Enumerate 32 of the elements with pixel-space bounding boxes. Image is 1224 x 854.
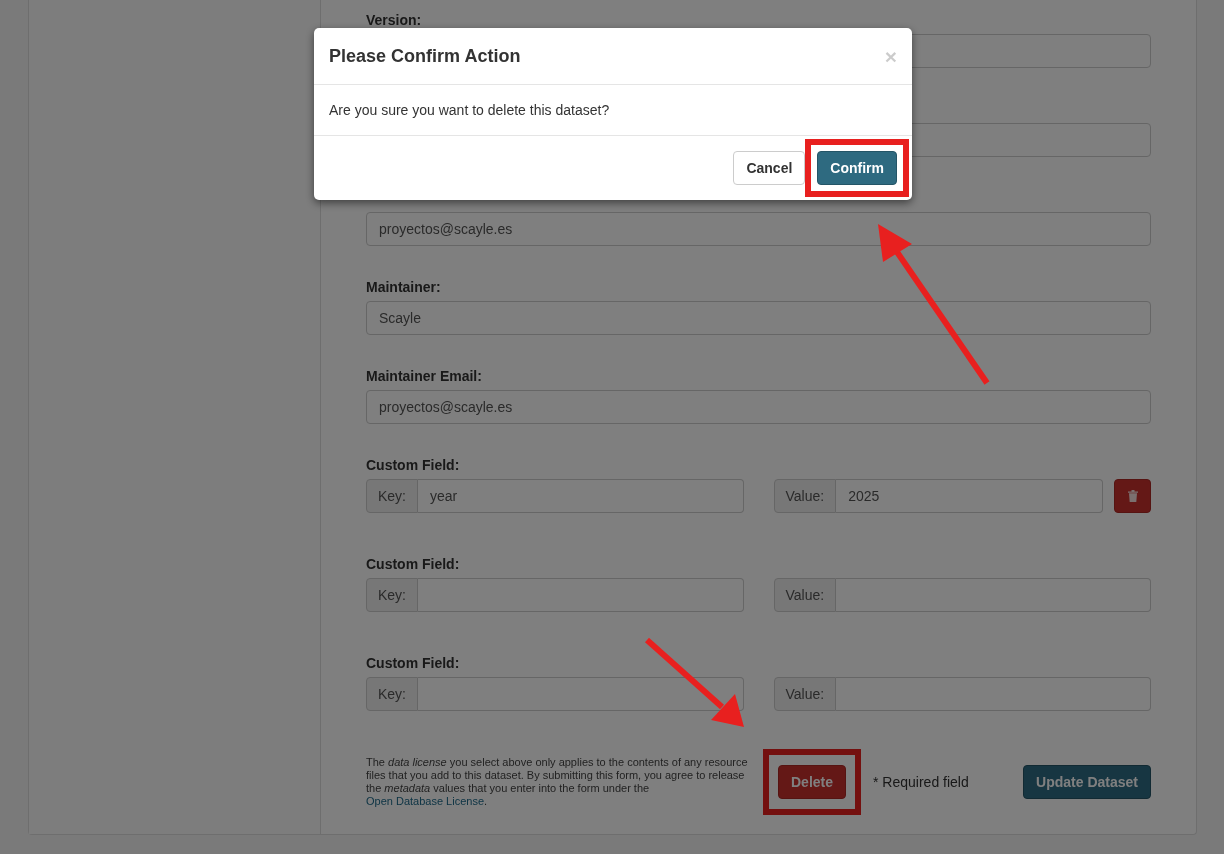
- license-notice: The data license you select above only applies to the contents of any resource files that you add to this dataset. By submitting this form, you agree to release the metadata values that you enter into the form under the Open Database License.: [366, 756, 749, 808]
- addon-label: Value:: [773, 677, 837, 711]
- addon-label: Value:: [773, 578, 837, 612]
- delete-button[interactable]: Delete: [778, 765, 847, 799]
- addon-label: Key:: [366, 578, 418, 612]
- dialog-title: Please Confirm Action: [329, 45, 521, 67]
- field-label: Custom Field:: [366, 456, 460, 475]
- delete-field-button[interactable]: [1114, 479, 1151, 513]
- field-label: Custom Field:: [366, 654, 460, 673]
- confirm-button[interactable]: Confirm: [817, 151, 897, 185]
- text-field[interactable]: proyectos@scayle.es: [366, 212, 1151, 246]
- cancel-button[interactable]: Cancel: [733, 151, 806, 185]
- dialog-message: Are you sure you want to delete this dataset?: [329, 101, 611, 120]
- value-field[interactable]: [836, 677, 1151, 711]
- license-link[interactable]: Open Database License: [366, 795, 485, 807]
- key-field[interactable]: [418, 677, 744, 711]
- required-note: * Required field: [873, 774, 969, 790]
- text-field[interactable]: proyectos@scayle.es: [366, 390, 1151, 424]
- key-field[interactable]: [418, 578, 744, 612]
- text-field[interactable]: Scayle: [366, 301, 1151, 335]
- value-field[interactable]: 2025: [836, 479, 1103, 513]
- addon-label: Key:: [366, 479, 418, 513]
- trash-icon: [1127, 490, 1138, 502]
- addon-label: Value:: [773, 479, 837, 513]
- field-label: Version:: [366, 11, 422, 30]
- field-label: Maintainer:: [366, 278, 441, 297]
- value-field[interactable]: [836, 578, 1151, 612]
- field-label: Maintainer Email:: [366, 367, 482, 386]
- field-label: Custom Field:: [366, 555, 460, 574]
- addon-label: Key:: [366, 677, 418, 711]
- update-dataset-button[interactable]: Update Dataset: [1023, 765, 1151, 799]
- key-field[interactable]: year: [418, 479, 744, 513]
